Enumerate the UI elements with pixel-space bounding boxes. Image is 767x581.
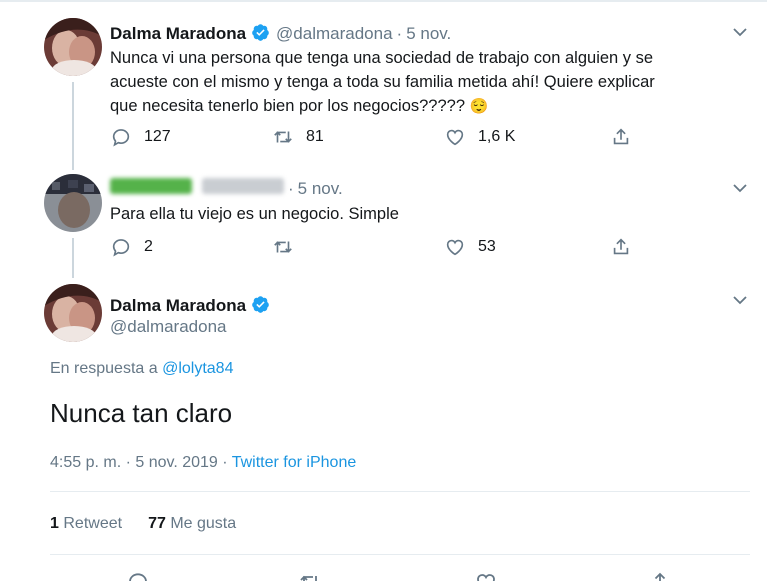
- author-name[interactable]: Dalma Maradona: [110, 24, 246, 44]
- tweet-time[interactable]: 5 nov.: [406, 24, 451, 44]
- tweet-text: Para ella tu viejo es un negocio. Simple: [110, 205, 399, 223]
- retweet-button[interactable]: [272, 236, 306, 258]
- reply-icon: [112, 129, 130, 147]
- reply-button[interactable]: 127: [110, 126, 171, 148]
- avatar[interactable]: [44, 174, 102, 232]
- verified-badge-icon: [251, 295, 270, 314]
- reply-icon[interactable]: [126, 570, 150, 581]
- divider: [50, 491, 750, 492]
- tweet-header: · 5 nov.: [110, 178, 343, 199]
- like-label: Me gusta: [170, 515, 237, 532]
- tweet-header: Dalma Maradona @dalmaradona · 5 nov.: [110, 20, 451, 44]
- share-button[interactable]: [610, 236, 644, 258]
- retweets-stat[interactable]: 1 Retweet: [50, 515, 122, 533]
- share-button[interactable]: [610, 126, 644, 148]
- likes-stat[interactable]: 77 Me gusta: [148, 515, 236, 533]
- replied-user-link[interactable]: @lolyta84: [162, 360, 233, 377]
- like-count: 53: [478, 238, 496, 255]
- like-count: 1,6 K: [478, 128, 516, 145]
- reply-count: 127: [144, 128, 171, 145]
- reply-context: En respuesta a @lolyta84: [50, 360, 233, 378]
- heart-icon: [446, 129, 464, 146]
- retweet-icon[interactable]: [298, 570, 322, 581]
- author-name[interactable]: Dalma Maradona: [110, 296, 246, 316]
- avatar[interactable]: [44, 284, 102, 342]
- chevron-down-icon[interactable]: [732, 180, 748, 196]
- tweet-text-line: Nunca vi una persona que tenga una socie…: [110, 49, 654, 67]
- like-button[interactable]: 1,6 K: [444, 126, 515, 148]
- heart-icon[interactable]: [474, 570, 498, 581]
- tweet-text: Nunca vi una persona que tenga una socie…: [110, 46, 655, 119]
- divider: [50, 554, 750, 555]
- thread-line: [72, 238, 74, 278]
- tweet-stats: 1 Retweet 77 Me gusta: [50, 515, 236, 533]
- like-total: 77: [148, 515, 166, 532]
- reply-count: 2: [144, 238, 153, 255]
- retweet-total: 1: [50, 515, 59, 532]
- reply-context-label: En respuesta a: [50, 360, 163, 377]
- share-icon[interactable]: [648, 570, 672, 581]
- retweet-count: 81: [306, 128, 324, 145]
- share-icon: [613, 128, 629, 145]
- chevron-down-icon[interactable]: [732, 24, 748, 40]
- tweet-text: Nunca tan claro: [50, 398, 233, 428]
- timeline: Dalma Maradona @dalmaradona · 5 nov. Nun…: [0, 0, 767, 581]
- heart-icon: [446, 239, 464, 256]
- relieved-face-emoji: 😌: [469, 98, 489, 115]
- redacted-handle: [202, 178, 284, 194]
- avatar[interactable]: [44, 18, 102, 76]
- source-link[interactable]: Twitter for iPhone: [232, 454, 357, 471]
- thread-line: [72, 82, 74, 170]
- redacted-name: [110, 178, 192, 194]
- chevron-down-icon[interactable]: [732, 292, 748, 308]
- reply-icon: [112, 239, 130, 257]
- tweet-text-line: que necesita tenerlo bien por los negoci…: [110, 97, 466, 115]
- like-button[interactable]: 53: [444, 236, 496, 258]
- author-handle[interactable]: @dalmaradona: [276, 24, 393, 44]
- retweet-button[interactable]: 81: [272, 126, 324, 148]
- verified-badge-icon: [251, 23, 270, 42]
- reply-button[interactable]: 2: [110, 236, 153, 258]
- tweet-time[interactable]: 5 nov.: [298, 179, 343, 199]
- tweet-timestamp: 4:55 p. m. · 5 nov. 2019 · Twitter for i…: [50, 454, 356, 472]
- retweet-label: Retweet: [63, 515, 123, 532]
- separator-dot: ·: [288, 179, 294, 198]
- author-handle[interactable]: @dalmaradona: [110, 317, 227, 337]
- tweet-header: Dalma Maradona: [110, 292, 276, 316]
- separator-dot: ·: [396, 24, 403, 43]
- tweet-text-line: acueste con el mismo y tenga a toda su f…: [110, 73, 655, 91]
- retweet-icon: [274, 131, 292, 143]
- timestamp-text[interactable]: 4:55 p. m. · 5 nov. 2019 ·: [50, 454, 232, 471]
- share-icon: [613, 238, 629, 255]
- retweet-icon: [274, 241, 292, 253]
